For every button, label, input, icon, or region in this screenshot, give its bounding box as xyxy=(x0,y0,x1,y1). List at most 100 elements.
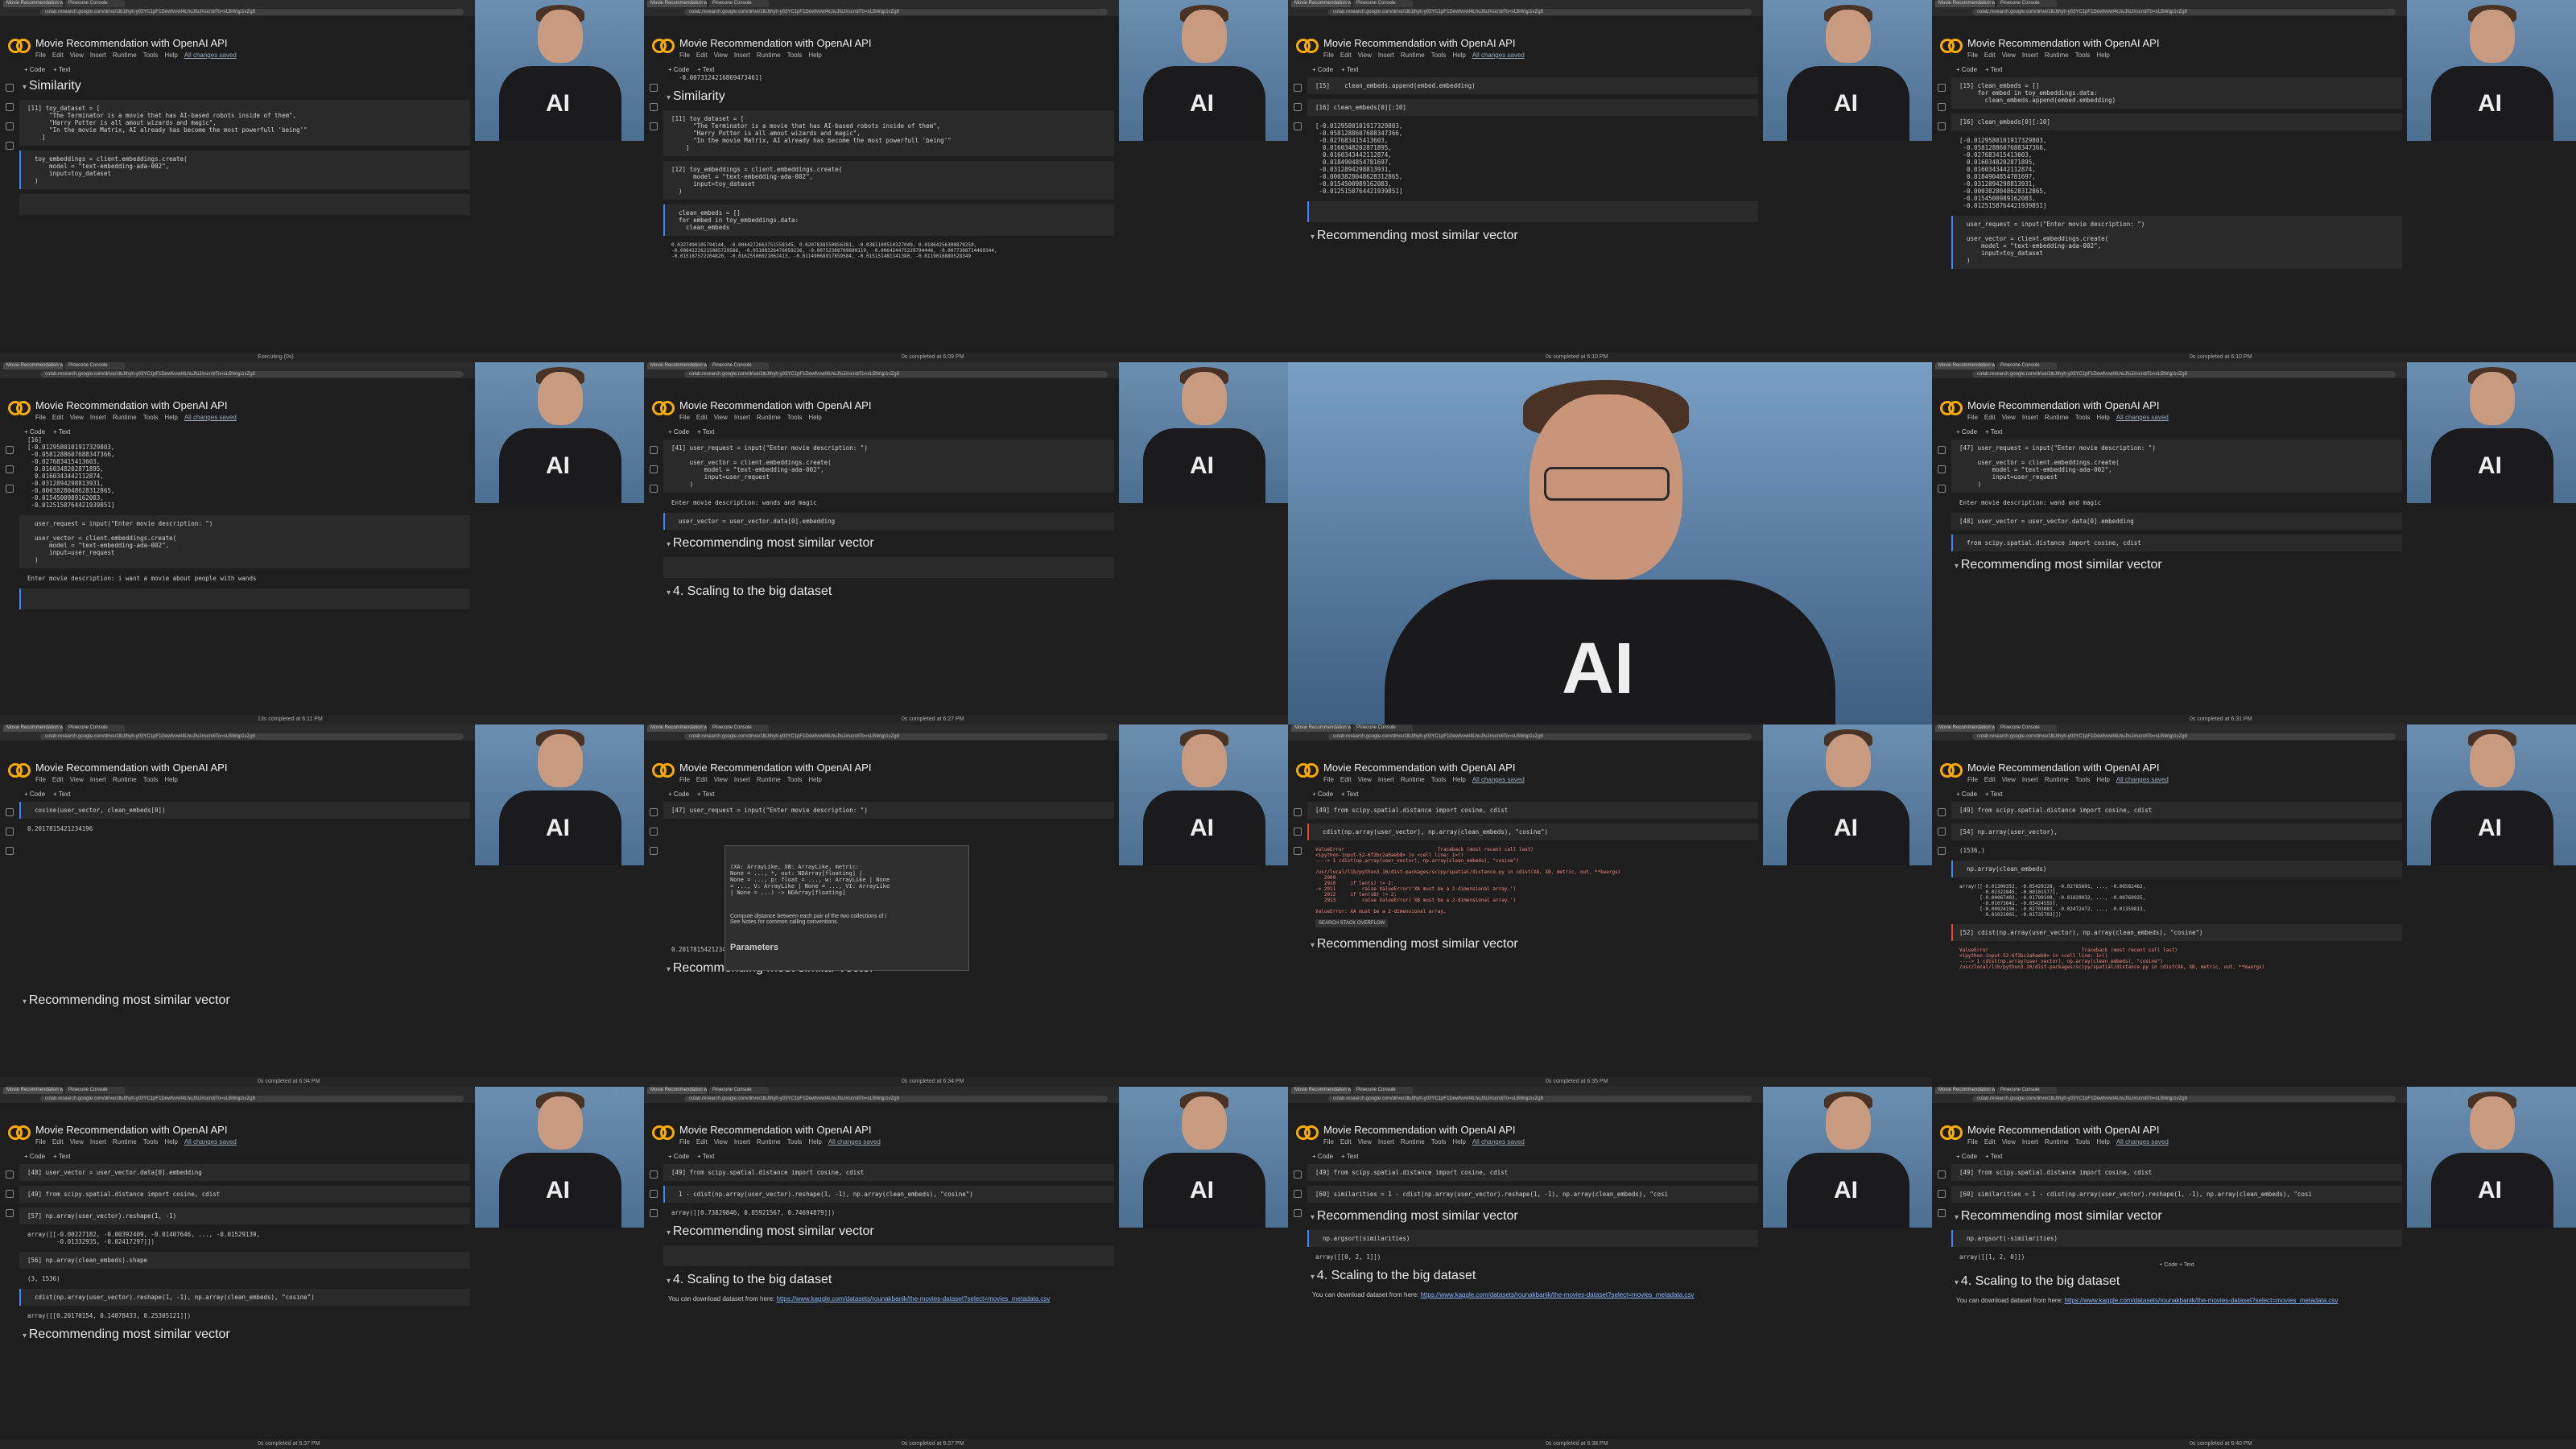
address-bar[interactable]: colab.research.google.com/drive/1lbJthyh… xyxy=(1972,1096,2396,1102)
menu-help[interactable]: Help xyxy=(2096,52,2109,59)
search-icon[interactable] xyxy=(650,103,658,111)
address-bar[interactable]: colab.research.google.com/drive/1lbJthyh… xyxy=(684,733,1108,740)
menu-view[interactable]: View xyxy=(714,1138,728,1146)
variables-icon[interactable] xyxy=(1294,1209,1302,1217)
notebook-title[interactable]: Movie Recommendation with OpenAI API xyxy=(35,1124,227,1136)
menu-tools[interactable]: Tools xyxy=(2075,1138,2091,1146)
code-cell[interactable]: [16] clean_embeds[0][:10] xyxy=(1951,114,2402,130)
menu-edit[interactable]: Edit xyxy=(52,776,64,783)
section-heading[interactable]: Recommending most similar vector xyxy=(1311,229,1758,243)
code-cell[interactable]: [49] from scipy.spatial.distance import … xyxy=(1951,802,2402,819)
notebook-title[interactable]: Movie Recommendation with OpenAI API xyxy=(35,762,227,774)
code-cell[interactable]: cdist(np.array(user_vector).reshape(1, -… xyxy=(19,1289,470,1306)
address-bar[interactable]: colab.research.google.com/drive/1lbJthyh… xyxy=(40,733,464,740)
menu-view[interactable]: View xyxy=(714,776,728,783)
menu-tools[interactable]: Tools xyxy=(787,1138,803,1146)
menu-edit[interactable]: Edit xyxy=(1984,52,1996,59)
changes-saved-link[interactable]: All changes saved xyxy=(184,52,237,59)
changes-saved-link[interactable]: All changes saved xyxy=(1472,776,1525,783)
menu-tools[interactable]: Tools xyxy=(1431,776,1447,783)
code-cell[interactable]: user_request = input("Enter movie descri… xyxy=(1951,216,2402,269)
browser-tab[interactable]: Movie Recommendation with xyxy=(647,724,707,732)
code-cell[interactable]: np.argsort(-similarities) xyxy=(1951,1230,2402,1247)
browser-tab[interactable]: Movie Recommendation with xyxy=(1935,724,1995,732)
menu-tools[interactable]: Tools xyxy=(2075,776,2091,783)
menu-help[interactable]: Help xyxy=(164,776,177,783)
menu-view[interactable]: View xyxy=(70,414,84,421)
menu-edit[interactable]: Edit xyxy=(1340,776,1352,783)
menu-edit[interactable]: Edit xyxy=(1340,1138,1352,1146)
section-heading[interactable]: Recommending most similar vector xyxy=(1311,1209,1758,1224)
address-bar[interactable]: colab.research.google.com/drive/1lbJthyh… xyxy=(1328,1096,1752,1102)
notebook-title[interactable]: Movie Recommendation with OpenAI API xyxy=(679,399,871,411)
menu-help[interactable]: Help xyxy=(1452,1138,1465,1146)
toc-icon[interactable] xyxy=(650,84,658,92)
menu-view[interactable]: View xyxy=(2002,776,2016,783)
address-bar[interactable]: colab.research.google.com/drive/1lbJthyh… xyxy=(684,1096,1108,1102)
menu-view[interactable]: View xyxy=(70,776,84,783)
menu-view[interactable]: View xyxy=(1358,1138,1372,1146)
menu-view[interactable]: View xyxy=(1358,776,1372,783)
notebook-title[interactable]: Movie Recommendation with OpenAI API xyxy=(1323,762,1515,774)
menu-tools[interactable]: Tools xyxy=(143,52,159,59)
browser-tab[interactable]: Movie Recommendation with xyxy=(1291,1087,1351,1094)
menu-edit[interactable]: Edit xyxy=(1984,776,1996,783)
search-icon[interactable] xyxy=(1294,828,1302,836)
menu-view[interactable]: View xyxy=(2002,414,2016,421)
toc-icon[interactable] xyxy=(1294,808,1302,816)
code-cell[interactable]: [54] np.array(user_vector), xyxy=(1951,824,2402,840)
menu-insert[interactable]: Insert xyxy=(1378,776,1394,783)
code-cell[interactable]: [15] clean_embeds = [] for embed in toy_… xyxy=(1951,77,2402,109)
code-cell[interactable]: [49] from scipy.spatial.distance import … xyxy=(663,1164,1114,1181)
search-icon[interactable] xyxy=(650,1190,658,1198)
browser-tab[interactable]: Pinecone Console xyxy=(709,0,769,7)
changes-saved-link[interactable]: All changes saved xyxy=(1472,52,1525,59)
changes-saved-link[interactable]: All changes saved xyxy=(184,414,237,421)
search-icon[interactable] xyxy=(6,1190,14,1198)
search-icon[interactable] xyxy=(650,828,658,836)
changes-saved-link[interactable]: All changes saved xyxy=(2116,1138,2169,1146)
toc-icon[interactable] xyxy=(650,446,658,454)
code-cell[interactable]: [60] similarities = 1 - cdist(np.array(u… xyxy=(1951,1186,2402,1203)
browser-tab[interactable]: Movie Recommendation with xyxy=(647,1087,707,1094)
variables-icon[interactable] xyxy=(1938,485,1946,493)
browser-tab[interactable]: Pinecone Console xyxy=(709,1087,769,1094)
section-heading[interactable]: 4. Scaling to the big dataset xyxy=(1311,1269,1758,1283)
toc-icon[interactable] xyxy=(6,446,14,454)
code-cell[interactable]: [16] clean_embeds[0][:10] xyxy=(1307,99,1758,116)
toc-icon[interactable] xyxy=(1938,84,1946,92)
browser-tab[interactable]: Pinecone Console xyxy=(65,0,125,7)
search-icon[interactable] xyxy=(1294,103,1302,111)
variables-icon[interactable] xyxy=(1938,1209,1946,1217)
code-cell[interactable]: [15] clean_embeds.append(embed.embedding… xyxy=(1307,77,1758,94)
menu-help[interactable]: Help xyxy=(808,776,821,783)
menu-edit[interactable]: Edit xyxy=(52,414,64,421)
menu-runtime[interactable]: Runtime xyxy=(113,52,137,59)
toc-icon[interactable] xyxy=(6,84,14,92)
toc-icon[interactable] xyxy=(1938,446,1946,454)
menu-help[interactable]: Help xyxy=(1452,776,1465,783)
code-cell[interactable]: [49] from scipy.spatial.distance import … xyxy=(1307,802,1758,819)
menu-file[interactable]: File xyxy=(35,776,46,783)
variables-icon[interactable] xyxy=(1938,122,1946,130)
code-cell[interactable]: [11] toy_dataset = [ "The Terminator is … xyxy=(663,110,1114,156)
menu-insert[interactable]: Insert xyxy=(734,52,750,59)
menu-insert[interactable]: Insert xyxy=(734,414,750,421)
menu-insert[interactable]: Insert xyxy=(2022,776,2038,783)
changes-saved-link[interactable]: All changes saved xyxy=(1472,1138,1525,1146)
address-bar[interactable]: colab.research.google.com/drive/1lbJthyh… xyxy=(1972,9,2396,15)
menu-edit[interactable]: Edit xyxy=(1984,1138,1996,1146)
section-heading[interactable]: 4. Scaling to the big dataset xyxy=(1955,1274,2402,1289)
menu-view[interactable]: View xyxy=(70,1138,84,1146)
browser-tab[interactable]: Movie Recommendation with xyxy=(647,362,707,369)
notebook-title[interactable]: Movie Recommendation with OpenAI API xyxy=(679,762,871,774)
section-heading[interactable]: Recommending most similar vector xyxy=(23,1327,470,1342)
code-cell[interactable]: [49] from scipy.spatial.distance import … xyxy=(19,1186,470,1203)
notebook-title[interactable]: Movie Recommendation with OpenAI API xyxy=(1323,1124,1515,1136)
menu-help[interactable]: Help xyxy=(164,1138,177,1146)
menu-runtime[interactable]: Runtime xyxy=(1401,52,1425,59)
address-bar[interactable]: colab.research.google.com/drive/1lbJthyh… xyxy=(1972,733,2396,740)
menu-tools[interactable]: Tools xyxy=(787,414,803,421)
address-bar[interactable]: colab.research.google.com/drive/1lbJthyh… xyxy=(40,9,464,15)
variables-icon[interactable] xyxy=(650,485,658,493)
